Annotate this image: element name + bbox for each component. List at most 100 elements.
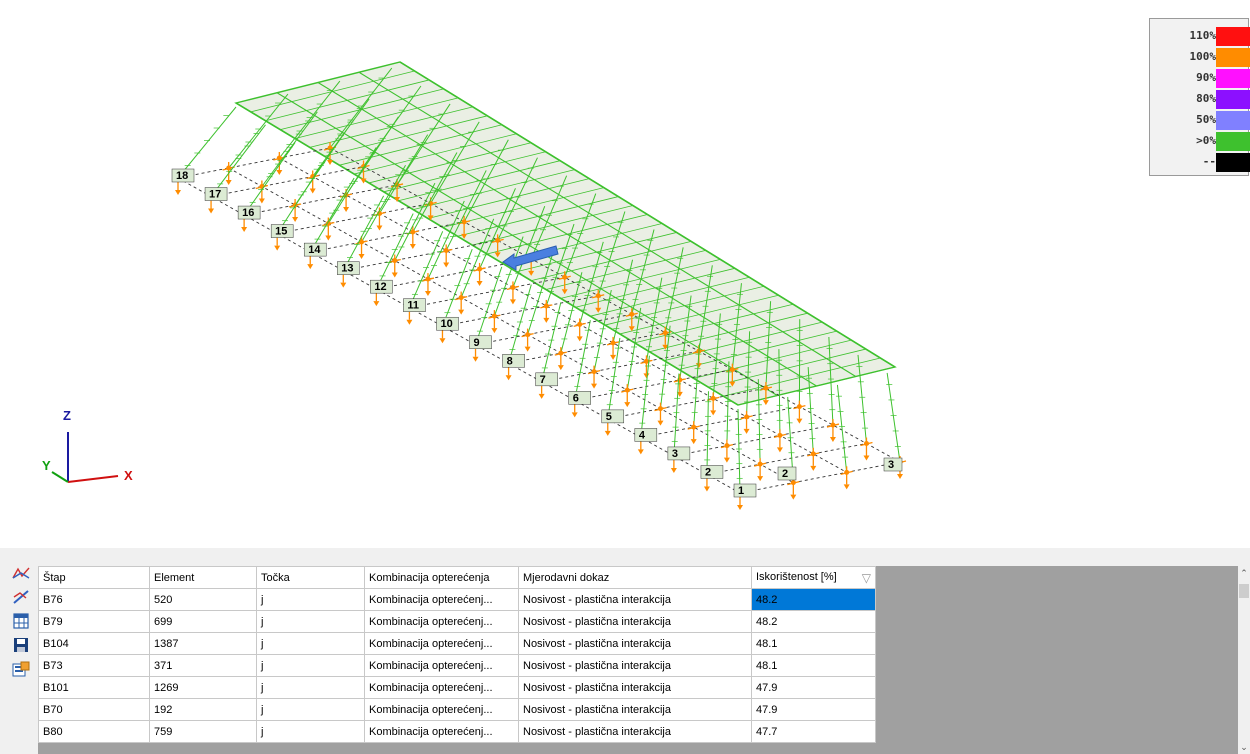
- column: [607, 337, 621, 419]
- table-row[interactable]: B70 192 j Kombinacija opterećenj... Nosivost…: [38, 698, 876, 721]
- scroll-down-icon[interactable]: ⌄: [1238, 740, 1250, 754]
- column-header-load-combination[interactable]: Kombinacija opterećenja: [364, 566, 519, 589]
- table-cell[interactable]: j: [256, 720, 365, 743]
- table-cell[interactable]: B73: [38, 654, 150, 677]
- vertical-scrollbar[interactable]: ⌃ ⌄: [1238, 566, 1250, 754]
- table-cell[interactable]: B70: [38, 698, 150, 721]
- table-cell[interactable]: B104: [38, 632, 150, 655]
- table-cell[interactable]: B79: [38, 610, 150, 633]
- table-row[interactable]: B76 520 j Kombinacija opterećenj... Nosivost…: [38, 588, 876, 611]
- support-node: [392, 258, 398, 264]
- member-diagram-icon[interactable]: [10, 586, 32, 608]
- table-cell[interactable]: 759: [149, 720, 257, 743]
- table-row[interactable]: B104 1387 j Kombinacija opterećenj... Nosivo…: [38, 632, 876, 655]
- node-label: 3: [667, 446, 691, 461]
- table-cell[interactable]: Nosivost - plastična interakcija: [518, 632, 752, 655]
- support-foot: [409, 243, 416, 249]
- support-foot: [325, 235, 332, 241]
- table-cell[interactable]: Kombinacija opterećenj...: [364, 654, 519, 677]
- diagram-icon[interactable]: [10, 562, 32, 584]
- table-cell[interactable]: Kombinacija opterećenj...: [364, 698, 519, 721]
- table-cell[interactable]: 47.9: [751, 698, 876, 721]
- table-row[interactable]: B73 371 j Kombinacija opterećenj... Nosivost…: [38, 654, 876, 677]
- save-icon[interactable]: [10, 634, 32, 656]
- column-header-point[interactable]: Točka: [256, 566, 365, 589]
- table-cell[interactable]: 48.2: [751, 588, 876, 611]
- table-cell[interactable]: j: [256, 698, 365, 721]
- support-foot: [604, 430, 611, 436]
- support-node: [796, 404, 802, 410]
- table-cell[interactable]: Kombinacija opterećenj...: [364, 676, 519, 699]
- support-node: [595, 293, 601, 299]
- support-node: [729, 367, 735, 373]
- column: [508, 284, 532, 364]
- support-foot: [776, 447, 783, 453]
- table-cell[interactable]: Nosivost - plastična interakcija: [518, 610, 752, 633]
- table-row[interactable]: B101 1269 j Kombinacija opterećenj... Nosivo…: [38, 676, 876, 699]
- support-foot: [829, 437, 836, 443]
- column-header-governing-check[interactable]: Mjerodavni dokaz: [518, 566, 752, 589]
- table-cell[interactable]: 48.2: [751, 610, 876, 633]
- model-viewport[interactable]: 18 17 16 15 14 13 12 11 10 9 8 7 6 5 4 3 2 1 2 3 Z X Y 110% 100…: [0, 0, 1250, 548]
- table-cell[interactable]: B76: [38, 588, 150, 611]
- support-node: [777, 432, 783, 438]
- table-cell[interactable]: Kombinacija opterećenj...: [364, 610, 519, 633]
- legend-row: 90%: [1150, 68, 1250, 89]
- column-header-element[interactable]: Element: [149, 566, 257, 589]
- node-label-text: 17: [209, 189, 221, 201]
- table-cell[interactable]: 371: [149, 654, 257, 677]
- node-label: 2: [777, 466, 797, 481]
- table-cell[interactable]: j: [256, 588, 365, 611]
- table-cell[interactable]: Nosivost - plastična interakcija: [518, 654, 752, 677]
- support-foot: [790, 494, 797, 500]
- table-cell[interactable]: 1387: [149, 632, 257, 655]
- node-label-text: 9: [474, 337, 480, 349]
- table-icon[interactable]: [10, 610, 32, 632]
- table-cell[interactable]: j: [256, 632, 365, 655]
- table-cell[interactable]: j: [256, 654, 365, 677]
- table-cell[interactable]: 1269: [149, 676, 257, 699]
- y-axis-label: Y: [42, 458, 51, 473]
- support-foot: [591, 383, 598, 389]
- table-row[interactable]: B79 699 j Kombinacija opterećenj... Nosivost…: [38, 610, 876, 633]
- support-foot: [810, 465, 817, 471]
- node-label: 9: [469, 335, 492, 350]
- column: [640, 355, 650, 438]
- table-cell[interactable]: j: [256, 676, 365, 699]
- table-cell[interactable]: 48.1: [751, 632, 876, 655]
- table-cell[interactable]: 47.7: [751, 720, 876, 743]
- table-cell[interactable]: Nosivost - plastična interakcija: [518, 676, 752, 699]
- results-toolbar: [0, 562, 38, 754]
- legend-swatch: [1216, 132, 1250, 151]
- table-cell[interactable]: Kombinacija opterećenj...: [364, 588, 519, 611]
- table-cell[interactable]: 520: [149, 588, 257, 611]
- column-header-utilization[interactable]: Iskorištenost [%] ▽: [751, 566, 876, 589]
- table-cell[interactable]: B101: [38, 676, 150, 699]
- support-node: [763, 385, 769, 391]
- table-cell[interactable]: 699: [149, 610, 257, 633]
- table-cell[interactable]: Nosivost - plastična interakcija: [518, 588, 752, 611]
- export-icon[interactable]: [10, 658, 32, 680]
- table-cell[interactable]: Kombinacija opterećenj...: [364, 720, 519, 743]
- support-foot: [543, 317, 550, 323]
- table-cell[interactable]: Kombinacija opterećenj...: [364, 632, 519, 655]
- legend-row: 100%: [1150, 47, 1250, 68]
- table-cell[interactable]: j: [256, 610, 365, 633]
- column: [276, 160, 326, 234]
- table-cell[interactable]: Nosivost - plastična interakcija: [518, 698, 752, 721]
- table-cell[interactable]: Nosivost - plastična interakcija: [518, 720, 752, 743]
- column-header-member[interactable]: Štap: [38, 566, 150, 589]
- table-cell[interactable]: B80: [38, 720, 150, 743]
- node-label: 8: [502, 354, 525, 368]
- table-row[interactable]: B80 759 j Kombinacija opterećenj... Nosivost…: [38, 720, 876, 743]
- column: [442, 248, 473, 327]
- scroll-thumb[interactable]: [1239, 584, 1249, 598]
- table-cell[interactable]: 47.9: [751, 676, 876, 699]
- support-foot: [406, 319, 413, 325]
- node-label: 2: [700, 465, 724, 479]
- node-label: 5: [601, 409, 625, 424]
- table-cell[interactable]: 48.1: [751, 654, 876, 677]
- sort-icon[interactable]: ▽: [862, 571, 871, 585]
- table-cell[interactable]: 192: [149, 698, 257, 721]
- scroll-up-icon[interactable]: ⌃: [1238, 566, 1250, 580]
